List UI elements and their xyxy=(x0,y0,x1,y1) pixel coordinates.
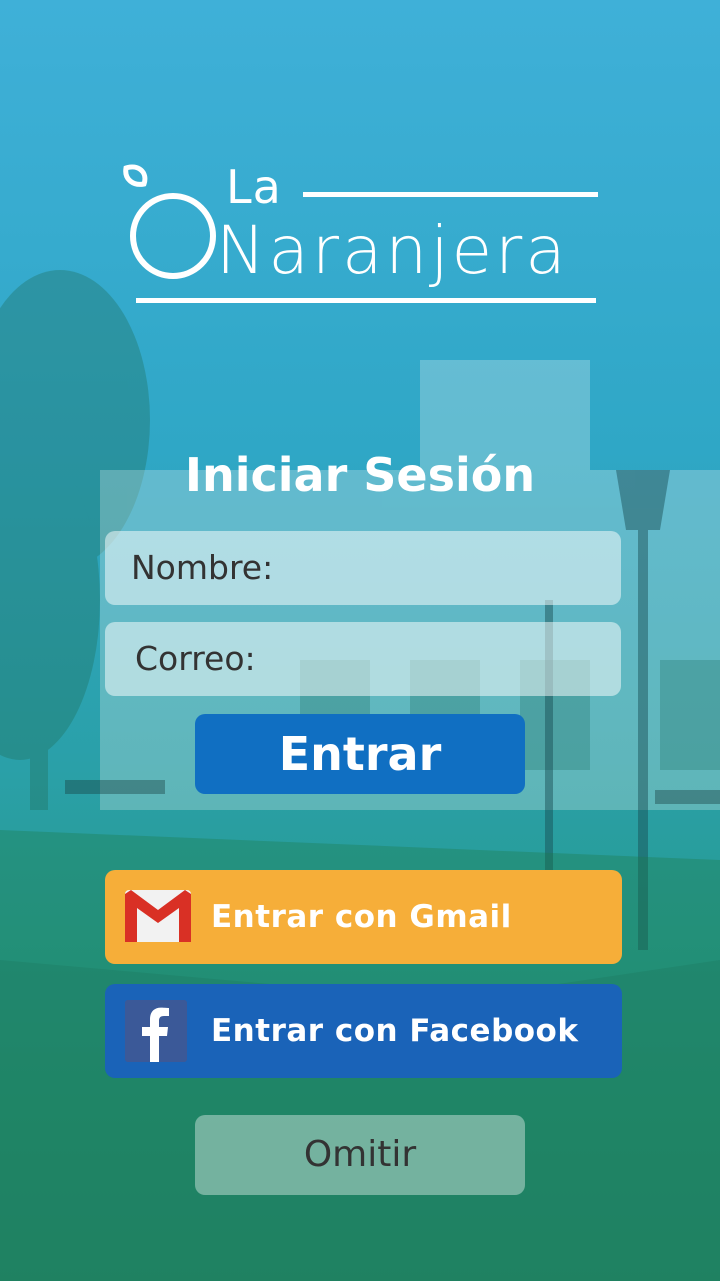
app-logo: La Naranjera xyxy=(118,160,608,310)
logo-text-la: La xyxy=(226,160,282,214)
gmail-icon xyxy=(125,890,191,942)
logo-line-bottom xyxy=(136,298,596,303)
name-placeholder: Nombre: xyxy=(131,548,274,587)
entrar-button[interactable]: Entrar xyxy=(195,714,525,794)
skip-button[interactable]: Omitir xyxy=(195,1115,525,1195)
logo-text-name: Naranjera xyxy=(216,212,569,289)
email-field[interactable]: Correo: xyxy=(105,622,621,696)
email-placeholder: Correo: xyxy=(135,639,256,678)
facebook-login-button[interactable]: Entrar con Facebook xyxy=(105,984,622,1078)
name-field[interactable]: Nombre: xyxy=(105,531,621,605)
facebook-button-label: Entrar con Facebook xyxy=(211,1013,579,1049)
login-title: Iniciar Sesión xyxy=(184,448,536,502)
facebook-icon xyxy=(125,1000,187,1062)
gmail-login-button[interactable]: Entrar con Gmail xyxy=(105,870,622,964)
login-screen: La Naranjera Iniciar Sesión Nombre: Corr… xyxy=(0,0,720,1281)
orange-logo-icon xyxy=(123,164,216,279)
logo-line-top xyxy=(303,192,598,197)
gmail-button-label: Entrar con Gmail xyxy=(211,899,512,935)
